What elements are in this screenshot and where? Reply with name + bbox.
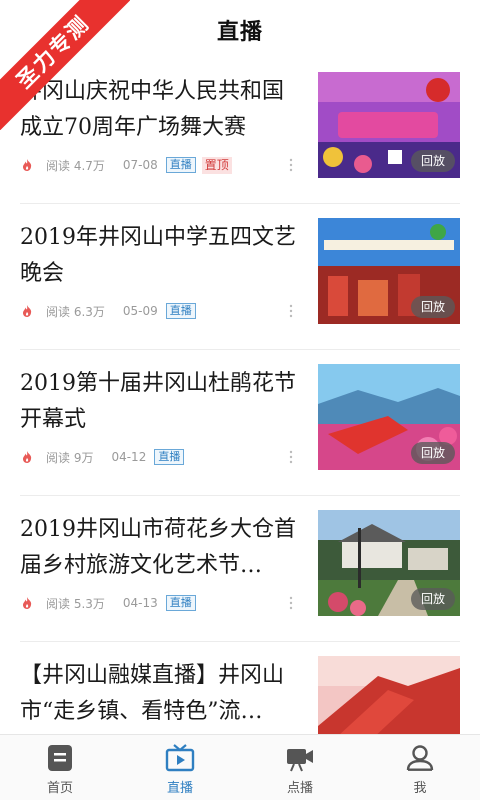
fire-icon [23,597,32,609]
home-doc-icon [48,745,72,771]
pinned-tag: 置顶 [201,156,232,174]
tab-label: 我 [413,781,427,796]
feed-thumbnail[interactable]: 回放 [318,72,460,178]
tab-home[interactable]: 首页 [0,735,120,800]
read-count: 阅读 6.3万 [46,304,105,319]
publish-date: 04-12 [111,450,147,464]
publish-date: 04-13 [122,596,158,610]
more-options-icon[interactable] [289,596,293,610]
tab-live[interactable]: 直播 [120,735,240,800]
feed-item-meta: 阅读 4.7万 07-08 直播 置顶 [20,156,232,174]
corner-badge: 圣力专测 [0,0,130,130]
feed-thumbnail[interactable] [318,656,460,734]
fire-icon [23,159,32,171]
publish-date: 05-09 [122,304,158,318]
live-tag: 直播 [165,303,196,319]
live-tag: 直播 [154,449,185,465]
feed-thumbnail[interactable]: 回放 [318,218,460,324]
feed-item-meta: 阅读 5.3万 04-13 直播 [20,594,202,612]
feed-item[interactable]: 【井冈山融媒直播】井冈山市“走乡镇、看特色”流… [0,642,480,734]
feed-item[interactable]: 2019井冈山市荷花乡大仓首届乡村旅游文化艺术节… 阅读 5.3万 04-13 … [0,496,480,642]
tv-icon [165,744,195,772]
feed-item-title[interactable]: 2019井冈山市荷花乡大仓首届乡村旅游文化艺术节… [20,512,300,584]
bottom-tab-bar: 首页 直播 点播 我 [0,734,480,800]
replay-badge: 回放 [411,150,455,172]
read-count: 阅读 5.3万 [46,596,105,611]
tab-label: 直播 [166,781,193,796]
more-options-icon[interactable] [289,304,293,318]
more-options-icon[interactable] [289,450,293,464]
fire-icon [23,305,32,317]
live-feed-list[interactable]: 井冈山庆祝中华人民共和国成立70周年广场舞大赛 阅读 4.7万 07-08 直播… [0,58,480,734]
live-tag: 直播 [165,595,196,611]
feed-thumbnail[interactable]: 回放 [318,510,460,616]
read-count: 阅读 4.7万 [46,158,105,173]
publish-date: 07-08 [122,158,158,172]
corner-ribbon: 圣力专测 [0,0,130,130]
feed-item-title[interactable]: 【井冈山融媒直播】井冈山市“走乡镇、看特色”流… [20,658,300,730]
feed-item[interactable]: 2019年井冈山中学五四文艺晚会 阅读 6.3万 05-09 直播 回放 [0,204,480,350]
user-icon [406,745,434,771]
feed-item-meta: 阅读 6.3万 05-09 直播 [20,302,202,320]
feed-item-title[interactable]: 2019年井冈山中学五四文艺晚会 [20,220,300,292]
feed-thumbnail[interactable]: 回放 [318,364,460,470]
tab-vod[interactable]: 点播 [240,735,360,800]
replay-badge: 回放 [411,588,455,610]
feed-item-meta: 阅读 9万 04-12 直播 [20,448,190,466]
replay-badge: 回放 [411,442,455,464]
video-camera-icon [287,749,313,772]
tab-me[interactable]: 我 [360,735,480,800]
fire-icon [23,451,32,463]
thumbnail-image [318,656,460,734]
live-tag: 直播 [165,157,196,173]
tab-label: 点播 [286,781,313,796]
more-options-icon[interactable] [289,158,293,172]
feed-item[interactable]: 2019第十届井冈山杜鹃花节开幕式 阅读 9万 04-12 直播 回放 [0,350,480,496]
read-count: 阅读 9万 [46,450,94,465]
feed-item-title[interactable]: 2019第十届井冈山杜鹃花节开幕式 [20,366,300,438]
tab-label: 首页 [46,781,73,796]
replay-badge: 回放 [411,296,455,318]
